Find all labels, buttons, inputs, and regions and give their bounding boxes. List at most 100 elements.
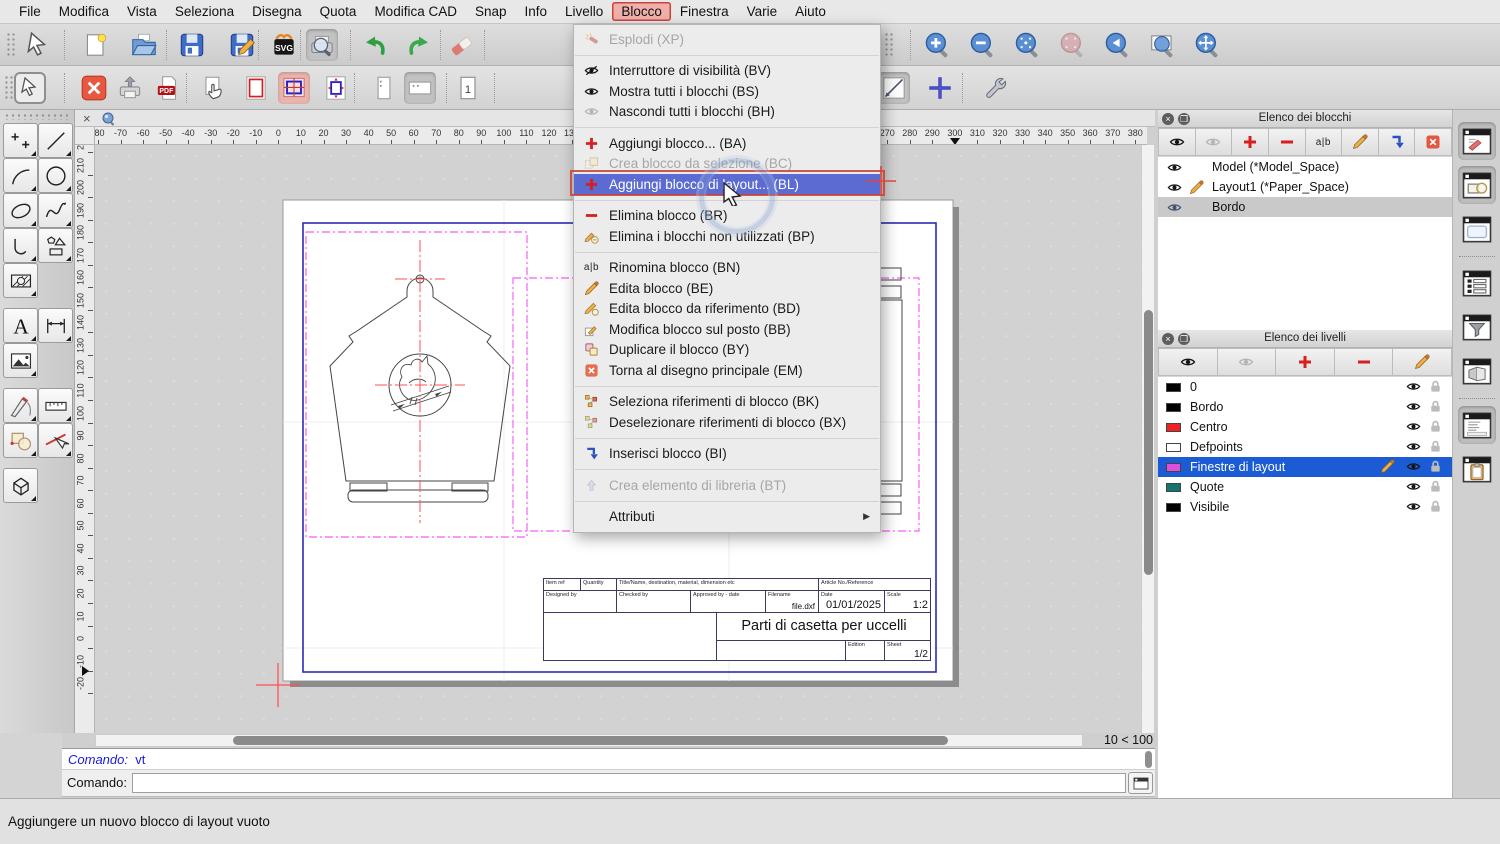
block-row-bordo[interactable]: Bordo <box>1158 197 1452 217</box>
layer-color-swatch[interactable] <box>1166 483 1181 492</box>
menubar-item-finestra[interactable]: Finestra <box>671 2 738 21</box>
eye-open-icon[interactable] <box>1406 439 1422 455</box>
win-properties-icon[interactable] <box>1458 122 1496 160</box>
layer-row-0[interactable]: 0 <box>1158 377 1452 397</box>
toolbar-drag-handle[interactable] <box>4 75 14 101</box>
menu-item-esplodi-xp[interactable]: Esplodi (XP) <box>574 29 880 50</box>
new-file-icon[interactable] <box>80 29 112 61</box>
shapes-icon[interactable] <box>38 228 73 263</box>
pencil-icon[interactable] <box>1393 348 1452 376</box>
menubar-item-varie[interactable]: Varie <box>738 2 787 21</box>
menubar-item-modifica[interactable]: Modifica <box>50 2 118 21</box>
print-icon[interactable] <box>114 72 146 104</box>
zoom-in-icon[interactable] <box>922 29 954 61</box>
win-references-icon[interactable] <box>1458 352 1496 390</box>
selection-arrow-icon[interactable] <box>22 29 54 61</box>
redo-icon[interactable] <box>404 29 436 61</box>
polyline-icon[interactable] <box>3 228 38 263</box>
menu-item-inserisci-blocco-bi[interactable]: Inserisci blocco (BI) <box>574 444 880 465</box>
palette-drag-handle[interactable] <box>4 113 68 120</box>
menubar-item-disegna[interactable]: Disegna <box>243 2 311 21</box>
menubar-item-snap[interactable]: Snap <box>466 2 516 21</box>
zoom-out-icon[interactable] <box>967 29 999 61</box>
lock-icon[interactable] <box>1428 459 1444 475</box>
menu-item-modifica-blocco-sul-posto-bb[interactable]: Modifica blocco sul posto (BB) <box>574 319 880 340</box>
vertical-scrollbar-handle[interactable] <box>1144 310 1153 575</box>
layer-color-swatch[interactable] <box>1166 463 1181 472</box>
layer-color-swatch[interactable] <box>1166 443 1181 452</box>
block-row-model-model-space[interactable]: Model (*Model_Space) <box>1158 157 1452 177</box>
menu-item-torna-al-disegno-principale-em[interactable]: Torna al disegno principale (EM) <box>574 360 880 381</box>
zoom-auto-icon[interactable] <box>1012 29 1044 61</box>
add-icon[interactable] <box>1276 348 1335 376</box>
add-viewport-icon[interactable] <box>278 72 310 104</box>
eye-open-icon[interactable] <box>1158 128 1196 156</box>
scale-viewport-icon[interactable] <box>320 72 352 104</box>
layer-row-centro[interactable]: Centro <box>1158 417 1452 437</box>
lock-icon[interactable] <box>1428 379 1444 395</box>
eye-closed-icon[interactable] <box>1196 128 1233 156</box>
layer-color-swatch[interactable] <box>1166 383 1181 392</box>
toolbar-drag-handle[interactable] <box>884 32 894 58</box>
command-history-scrollbar[interactable] <box>1145 751 1152 768</box>
menubar-item-modifica-cad[interactable]: Modifica CAD <box>365 2 466 21</box>
panel-close-icon[interactable]: × <box>1162 113 1174 125</box>
cad-tools-icon[interactable] <box>3 388 38 423</box>
eye-open-icon[interactable] <box>1166 159 1182 175</box>
lock-icon[interactable] <box>1428 499 1444 515</box>
eye-open-icon[interactable] <box>1158 348 1218 376</box>
rename-icon[interactable]: a|b <box>1306 128 1343 156</box>
menubar-item-vista[interactable]: Vista <box>118 2 166 21</box>
layer-row-visibile[interactable]: Visibile <box>1158 497 1452 517</box>
menu-item-attributi[interactable]: Attributi▶ <box>574 507 880 528</box>
lock-icon[interactable] <box>1428 479 1444 495</box>
menu-item-duplicare-il-blocco-by[interactable]: Duplicare il blocco (BY) <box>574 340 880 361</box>
win-blocks-icon[interactable] <box>1458 166 1496 204</box>
circle-icon[interactable] <box>38 158 73 193</box>
menubar-item-file[interactable]: File <box>10 2 50 21</box>
panel-float-icon[interactable]: ❐ <box>1178 113 1190 125</box>
lock-icon[interactable] <box>1428 439 1444 455</box>
ellipse-icon[interactable] <box>3 193 38 228</box>
pencil-icon[interactable] <box>1342 128 1379 156</box>
undo-icon[interactable] <box>358 29 390 61</box>
line-icon[interactable] <box>38 123 73 158</box>
hatch-icon[interactable] <box>3 263 38 298</box>
menu-item-deselezionare-riferimenti-di-blocco-bx[interactable]: Deselezionare riferimenti di blocco (BX) <box>574 412 880 433</box>
panel-float-icon[interactable]: ❐ <box>1178 333 1190 345</box>
portrait-icon[interactable] <box>368 72 400 104</box>
arc-icon[interactable] <box>3 158 38 193</box>
remove-icon[interactable] <box>1335 348 1394 376</box>
menu-item-crea-elemento-di-libreria-bt[interactable]: Crea elemento di libreria (BT) <box>574 475 880 496</box>
select-cursor-icon[interactable] <box>14 72 46 104</box>
eye-open-icon[interactable] <box>1166 199 1182 215</box>
toolbar-drag-handle[interactable] <box>6 32 16 58</box>
landscape-icon[interactable] <box>404 72 436 104</box>
layer-row-quote[interactable]: Quote <box>1158 477 1452 497</box>
lock-icon[interactable] <box>1428 419 1444 435</box>
command-input[interactable] <box>132 773 1126 793</box>
win-command-icon[interactable] <box>1458 406 1496 444</box>
measure-icon[interactable] <box>38 388 73 423</box>
close-drawing-icon[interactable] <box>78 72 110 104</box>
menu-item-edita-blocco-da-riferimento-bd[interactable]: Edita blocco da riferimento (BD) <box>574 299 880 320</box>
menubar-item-blocco[interactable]: Blocco <box>612 2 671 21</box>
menubar-item-info[interactable]: Info <box>516 2 557 21</box>
points-icon[interactable] <box>3 123 38 158</box>
save-icon[interactable] <box>176 29 208 61</box>
menu-item-seleziona-riferimenti-di-blocco-bk[interactable]: Seleziona riferimenti di blocco (BK) <box>574 392 880 413</box>
move-page-icon[interactable] <box>198 72 230 104</box>
close-block-icon[interactable] <box>1415 128 1452 156</box>
menubar-item-livello[interactable]: Livello <box>556 2 612 21</box>
command-detach-button[interactable] <box>1128 772 1153 794</box>
crosshair-icon[interactable] <box>924 72 956 104</box>
svg-export-icon[interactable]: SVG <box>268 29 300 61</box>
settings-icon[interactable] <box>980 72 1012 104</box>
tab-close-icon[interactable]: × <box>83 111 91 126</box>
dimension-icon[interactable] <box>38 308 73 343</box>
pan-icon[interactable] <box>1192 29 1224 61</box>
save-as-icon[interactable] <box>226 29 258 61</box>
layer-row-finestre-di-layout[interactable]: Finestre di layout <box>1158 457 1452 477</box>
menubar-item-quota[interactable]: Quota <box>311 2 366 21</box>
menu-item-interruttore-di-visibilit-bv[interactable]: Interruttore di visibilità (BV) <box>574 61 880 82</box>
